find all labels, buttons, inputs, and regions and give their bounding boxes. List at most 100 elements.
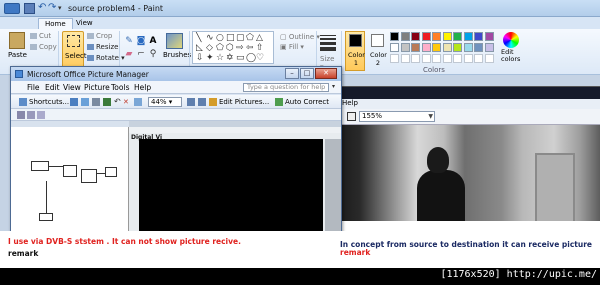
palette-swatch[interactable] (411, 32, 420, 41)
outline-button[interactable]: ▢ Outline ▾ (280, 32, 320, 42)
close-button[interactable]: ✕ (315, 68, 337, 79)
hexagon-shape-icon[interactable]: ⬡ (226, 44, 234, 53)
save-icon[interactable] (24, 3, 35, 14)
palette-swatch[interactable] (390, 43, 399, 52)
crop-button[interactable]: Crop (87, 32, 112, 40)
triangle-shape-icon[interactable]: △ (256, 34, 263, 43)
edit-pictures-button[interactable]: Edit Pictures... (209, 97, 269, 107)
palette-swatch-empty[interactable] (421, 54, 431, 63)
palette-swatch[interactable] (453, 43, 462, 52)
palette-swatch-empty[interactable] (411, 54, 420, 63)
palette-swatch[interactable] (463, 43, 473, 52)
palette-swatch-empty[interactable] (463, 54, 473, 63)
eraser-icon[interactable]: ▰ (124, 49, 134, 59)
pencil-icon[interactable]: ✎ (124, 36, 134, 46)
polygon-shape-icon[interactable]: ⬠ (246, 34, 254, 43)
palette-swatch-empty[interactable] (484, 54, 494, 63)
edit-colors-button[interactable]: Edit colors (501, 32, 521, 63)
zoom-icon[interactable] (347, 112, 356, 121)
palette-swatch-empty[interactable] (400, 54, 410, 63)
color2-button[interactable]: Color 2 (367, 31, 387, 71)
palette-swatch-empty[interactable] (453, 54, 462, 63)
palette-swatch-empty[interactable] (390, 54, 399, 63)
view-icon[interactable] (134, 98, 142, 106)
palette-swatch[interactable] (421, 32, 431, 41)
palette-swatch[interactable] (484, 32, 494, 41)
diamond-shape-icon[interactable]: ◇ (206, 44, 213, 53)
tab-home[interactable]: Home (38, 18, 73, 29)
copy-button[interactable]: Copy (30, 43, 57, 51)
undo-icon[interactable]: ↶ (114, 97, 121, 107)
resize-button[interactable]: Resize (87, 43, 118, 51)
delete-icon[interactable]: ✕ (123, 97, 129, 107)
heart-shape-icon[interactable]: ♡ (256, 54, 264, 63)
folder-icon[interactable] (70, 98, 78, 106)
callout-shape-icon[interactable]: ▭ (236, 54, 245, 63)
palette-swatch[interactable] (432, 32, 441, 41)
menu-view[interactable]: View (63, 83, 81, 92)
help-search-input[interactable]: Type a question for help (243, 83, 329, 92)
maximize-button[interactable]: □ (300, 68, 314, 79)
menu-tools[interactable]: Tools (111, 83, 129, 92)
paste-icon[interactable] (9, 32, 25, 49)
right-triangle-shape-icon[interactable]: ◺ (196, 44, 203, 53)
star4-shape-icon[interactable]: ✦ (206, 54, 214, 63)
palette-swatch-empty[interactable] (474, 54, 483, 63)
shapes-gallery[interactable]: ╲ ∿ ○ □ ▢ ⬠ △ ◺ ◇ ⬠ ⬡ ⇨ ⇦ ⇧ ⇩ ✦ ☆ ✡ ▭ ◯ … (192, 31, 274, 64)
zoom-out-icon[interactable] (198, 98, 206, 106)
curve-shape-icon[interactable]: ∿ (206, 34, 214, 43)
size-icon[interactable] (320, 35, 336, 51)
fill-bucket-icon[interactable]: ◙ (136, 36, 146, 46)
pentagon-shape-icon[interactable]: ⬠ (216, 44, 224, 53)
menu-file[interactable]: File (27, 83, 40, 92)
mail-icon[interactable] (103, 98, 111, 106)
palette-swatch[interactable] (484, 43, 494, 52)
star5-shape-icon[interactable]: ☆ (216, 54, 224, 63)
rectangle-shape-icon[interactable]: □ (226, 34, 235, 43)
zoom-input[interactable]: 44% ▾ (148, 97, 182, 107)
star6-shape-icon[interactable]: ✡ (226, 54, 234, 63)
text-tool-icon[interactable]: A (148, 36, 158, 46)
minimize-button[interactable]: – (285, 68, 299, 79)
magnifier-icon[interactable]: ⚲ (148, 49, 158, 59)
shortcuts-button[interactable]: Shortcuts... (19, 97, 69, 107)
filmstrip-view-icon[interactable] (27, 111, 35, 119)
arrow-left-shape-icon[interactable]: ⇦ (246, 44, 254, 53)
select-button[interactable]: Select (62, 31, 87, 71)
auto-correct-button[interactable]: Auto Correct (275, 97, 329, 107)
palette-swatch[interactable] (400, 32, 410, 41)
arrow-up-shape-icon[interactable]: ⇧ (256, 44, 264, 53)
oval-shape-icon[interactable]: ○ (216, 34, 224, 43)
chevron-down-icon[interactable]: ▾ (332, 83, 335, 90)
save-icon[interactable] (81, 98, 89, 106)
print-icon[interactable] (92, 98, 100, 106)
zoom-select[interactable]: 155% ▼ (359, 111, 435, 122)
palette-swatch[interactable] (453, 32, 462, 41)
palette-swatch-empty[interactable] (442, 54, 452, 63)
palette-swatch-empty[interactable] (432, 54, 441, 63)
rounded-rect-shape-icon[interactable]: ▢ (236, 34, 245, 43)
line-shape-icon[interactable]: ╲ (196, 34, 201, 43)
menu-help[interactable]: Help (342, 99, 358, 107)
menu-help[interactable]: Help (134, 83, 151, 92)
paint-menu-button[interactable] (4, 3, 20, 14)
zoom-in-icon[interactable] (187, 98, 195, 106)
brushes-icon[interactable] (166, 33, 183, 49)
single-view-icon[interactable] (37, 111, 45, 119)
arrow-down-shape-icon[interactable]: ⇩ (196, 54, 204, 63)
callout-oval-shape-icon[interactable]: ◯ (246, 54, 256, 63)
palette-swatch[interactable] (442, 43, 452, 52)
palette-swatch[interactable] (474, 32, 483, 41)
palette-swatch[interactable] (432, 43, 441, 52)
arrow-right-shape-icon[interactable]: ⇨ (236, 44, 244, 53)
palette-swatch[interactable] (400, 43, 410, 52)
menu-edit[interactable]: Edit (45, 83, 60, 92)
palette-swatch[interactable] (411, 43, 420, 52)
palette-swatch[interactable] (390, 32, 399, 41)
paste-button[interactable]: Paste (8, 51, 27, 59)
thumbnail-view-icon[interactable] (17, 111, 25, 119)
color-picker-icon[interactable]: ⌐ (136, 49, 146, 59)
color1-button[interactable]: Color 1 (345, 31, 365, 71)
tab-view[interactable]: View (70, 18, 99, 29)
palette-swatch[interactable] (474, 43, 483, 52)
